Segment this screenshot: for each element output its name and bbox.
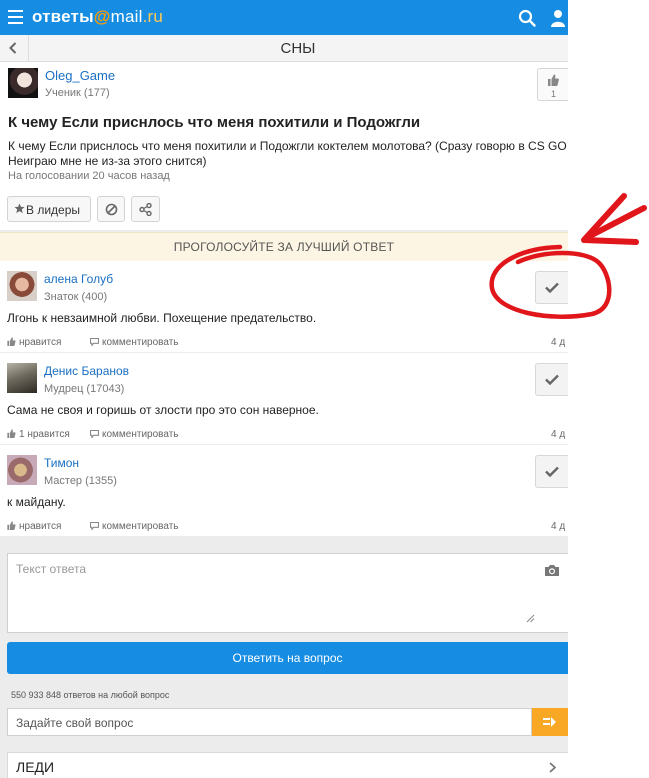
answer-comment-link[interactable]: комментировать: [89, 521, 179, 532]
page-margin: [568, 0, 649, 778]
answer-author[interactable]: алена Голуб: [44, 272, 113, 286]
answer-date: 4 д: [551, 521, 566, 532]
block-icon: [105, 203, 118, 216]
add-to-leaders-label: В лидеры: [26, 203, 81, 217]
share-icon: [139, 203, 152, 216]
comment-icon: [89, 337, 100, 348]
answers-stat: 550 933 848 ответов на любой вопрос: [11, 690, 170, 700]
user-icon[interactable]: [551, 9, 565, 27]
answer-item: Тимон Мастер (1355) к майдану. нравится …: [0, 445, 568, 537]
vote-banner-text: ПРОГОЛОСУЙТЕ ЗА ЛУЧШИЙ ОТВЕТ: [173, 240, 395, 254]
avatar[interactable]: [7, 271, 37, 301]
question-text: К чему Если приснлось что меня похитили …: [8, 139, 567, 168]
category-bar: СНЫ: [0, 35, 568, 62]
comment-icon: [89, 429, 100, 440]
logo-at: @: [93, 7, 111, 26]
camera-icon[interactable]: [544, 564, 560, 577]
avatar[interactable]: [7, 455, 37, 485]
hamburger-icon[interactable]: [8, 10, 23, 24]
answer-textarea-placeholder: Текст ответа: [16, 562, 87, 576]
answer-text: Сама не своя и горишь от злости про это …: [7, 403, 319, 417]
question-author[interactable]: Oleg_Game: [45, 68, 115, 83]
question-title: К чему Если приснлось что меня похитили …: [8, 114, 421, 131]
answer-author-rank: Мастер (1355): [44, 475, 117, 487]
ask-question-button[interactable]: [532, 708, 568, 736]
question-card: Oleg_Game Ученик (177) 1 К чему Если при…: [0, 62, 568, 230]
answer-textarea[interactable]: Текст ответа: [7, 553, 568, 633]
comment-icon: [89, 521, 100, 532]
answer-like-link[interactable]: нравится: [7, 337, 61, 348]
answer-like-label: 1 нравится: [19, 429, 70, 440]
thumbs-up-icon: [7, 337, 16, 346]
search-icon[interactable]: [518, 9, 536, 27]
answer-date: 4 д: [551, 429, 566, 440]
answer-comment-label: комментировать: [102, 429, 179, 440]
resize-handle-icon[interactable]: [526, 614, 535, 623]
ask-arrow-icon: [543, 717, 556, 727]
top-bar: ответы@mail.ru: [0, 0, 568, 35]
checkmark-icon: [545, 466, 559, 477]
answer-author[interactable]: Тимон: [44, 456, 79, 470]
ask-question-input[interactable]: Задайте свой вопрос: [7, 708, 532, 736]
answer-item: Денис Баранов Мудрец (17043) Сама не сво…: [0, 353, 568, 445]
answer-like-link[interactable]: нравится: [7, 521, 61, 532]
like-count: 1: [550, 89, 556, 99]
checkmark-icon: [545, 374, 559, 385]
answer-comment-label: комментировать: [102, 337, 179, 348]
add-to-leaders-button[interactable]: В лидеры: [7, 196, 91, 222]
answer-author[interactable]: Денис Баранов: [44, 364, 129, 378]
app-page: ответы@mail.ru СНЫ Oleg_Game Ученик (177…: [0, 0, 568, 778]
share-button[interactable]: [131, 196, 160, 222]
avatar[interactable]: [7, 363, 37, 393]
submit-answer-label: Ответить на вопрос: [232, 651, 343, 665]
vote-best-button[interactable]: [535, 363, 568, 396]
vote-banner: ПРОГОЛОСУЙТЕ ЗА ЛУЧШИЙ ОТВЕТ: [0, 232, 568, 262]
chevron-left-icon: [9, 42, 17, 54]
answer-text: к майдану.: [7, 495, 66, 509]
logo[interactable]: ответы@mail.ru: [32, 7, 163, 27]
category-link-label: ЛЕДИ: [16, 759, 55, 775]
thumbs-up-icon: [7, 521, 16, 530]
logo-mail: mail: [110, 7, 143, 26]
thumbs-up-icon: [548, 74, 559, 86]
question-like-button[interactable]: 1: [537, 68, 568, 101]
chevron-right-icon: [549, 762, 556, 773]
logo-text: ответы: [32, 7, 94, 26]
answer-like-label: нравится: [19, 337, 62, 348]
category-title: СНЫ: [280, 40, 316, 57]
answer-date: 4 д: [551, 337, 566, 348]
answer-author-rank: Мудрец (17043): [44, 383, 125, 395]
vote-best-button[interactable]: [535, 455, 568, 488]
answer-like-label: нравится: [19, 521, 62, 532]
answer-comment-link[interactable]: комментировать: [89, 429, 179, 440]
question-author-rank: Ученик (177): [45, 87, 110, 99]
answer-comment-link[interactable]: комментировать: [89, 337, 179, 348]
ask-question-placeholder: Задайте свой вопрос: [16, 716, 134, 730]
logo-ru: .ru: [142, 7, 164, 26]
vote-best-button[interactable]: [535, 271, 568, 304]
submit-answer-button[interactable]: Ответить на вопрос: [7, 642, 568, 674]
category-link-ladies[interactable]: ЛЕДИ: [7, 752, 568, 778]
question-meta: На голосовании 20 часов назад: [8, 170, 170, 182]
answer-text: Лгонь к невзаимной любви. Похещение пред…: [7, 311, 317, 325]
answer-comment-label: комментировать: [102, 521, 179, 532]
checkmark-icon: [545, 282, 559, 293]
star-icon: [14, 203, 25, 214]
thumbs-up-icon: [7, 429, 16, 438]
answer-item: алена Голуб Знаток (400) Лгонь к невзаим…: [0, 261, 568, 353]
answer-like-link[interactable]: 1 нравится: [7, 429, 70, 440]
answer-author-rank: Знаток (400): [44, 291, 108, 303]
back-button[interactable]: [0, 35, 29, 61]
block-button[interactable]: [97, 196, 125, 222]
avatar[interactable]: [8, 68, 38, 98]
